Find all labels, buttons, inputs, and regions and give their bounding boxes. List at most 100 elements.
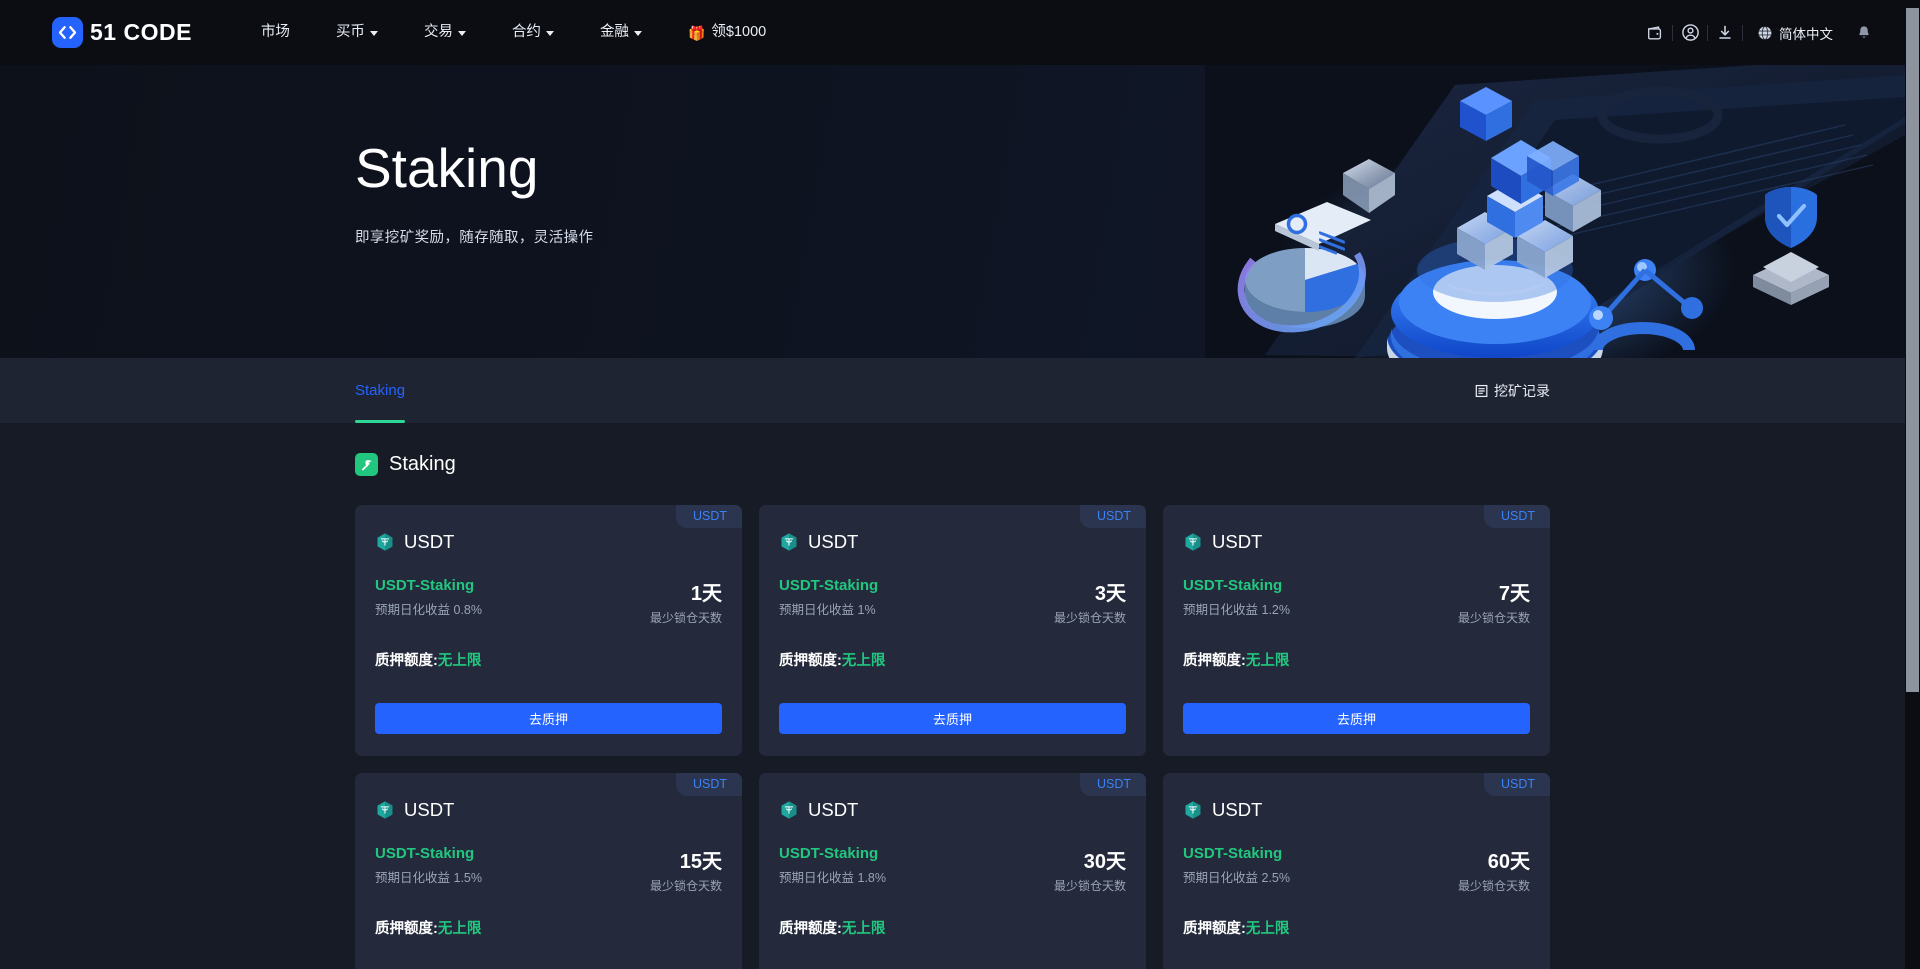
card-quota-label: 质押额度: <box>375 653 438 669</box>
card-info-row: USDT-Staking 预期日化收益 2.5% 60天 最少锁仓天数 <box>1183 845 1530 894</box>
hero-banner: Staking 即享挖矿奖励，随存随取，灵活操作 <box>0 65 1905 358</box>
card-days-value: 60天 <box>1487 851 1530 873</box>
page-title: Staking <box>355 137 539 199</box>
card-plan-name: USDT-Staking <box>779 577 879 594</box>
staking-card[interactable]: USDT USDT USDT-Staking <box>759 505 1146 756</box>
card-quota: 质押额度:无上限 <box>375 917 722 938</box>
stake-button[interactable]: 去质押 <box>779 703 1126 734</box>
page-root: 51 CODE 市场 买币 交易 合约 金融 🎁 领$1000 简体中文 Sta… <box>0 0 1905 969</box>
card-quota-value: 无上限 <box>437 921 482 937</box>
language-selector[interactable]: 简体中文 <box>1743 23 1843 43</box>
nav-item-trade-label: 交易 <box>423 24 453 40</box>
nav-item-buy-crypto-label: 买币 <box>335 24 365 40</box>
card-info-row: USDT-Staking 预期日化收益 1.2% 7天 最少锁仓天数 <box>1183 577 1530 626</box>
chevron-down-icon <box>369 31 378 36</box>
card-plan-name: USDT-Staking <box>375 845 475 862</box>
card-days-label: 最少锁仓天数 <box>1457 611 1530 625</box>
card-plan-block: USDT-Staking 预期日化收益 0.8% <box>375 577 482 618</box>
top-navbar: 51 CODE 市场 买币 交易 合约 金融 🎁 领$1000 简体中文 <box>0 0 1905 65</box>
nav-item-finance[interactable]: 金融 <box>577 0 665 65</box>
mining-records-link[interactable]: 挖矿记录 <box>1475 381 1550 401</box>
usdt-hexagon-icon <box>779 532 799 552</box>
card-rate: 预期日化收益 2.5% <box>1183 867 1290 886</box>
card-coin-row: USDT <box>375 799 722 821</box>
stake-button[interactable]: 去质押 <box>375 703 722 734</box>
card-coin-name: USDT <box>808 531 859 552</box>
card-plan-name: USDT-Staking <box>779 845 879 862</box>
hero-text-block: Staking 即享挖矿奖励，随存随取，灵活操作 <box>0 65 1905 247</box>
nav-item-finance-label: 金融 <box>599 24 629 40</box>
card-plan-name: USDT-Staking <box>1183 845 1283 862</box>
card-days-value: 1天 <box>690 583 722 605</box>
mining-records-label: 挖矿记录 <box>1494 382 1550 399</box>
tab-staking[interactable]: Staking <box>355 358 406 423</box>
card-days-block: 3天 最少锁仓天数 <box>1054 577 1126 626</box>
nav-item-market[interactable]: 市场 <box>238 0 313 65</box>
card-coin-name: USDT <box>1212 531 1263 552</box>
card-plan-block: USDT-Staking 预期日化收益 1.5% <box>375 845 482 886</box>
nav-item-buy-crypto[interactable]: 买币 <box>313 0 401 65</box>
card-quota-value: 无上限 <box>1245 653 1290 669</box>
card-badge: USDT <box>1079 773 1146 796</box>
card-days-label: 最少锁仓天数 <box>649 611 722 625</box>
navbar-right-actions: 简体中文 <box>1638 16 1877 50</box>
nav-item-contract-label: 合约 <box>511 24 541 40</box>
card-quota: 质押额度:无上限 <box>779 649 1126 670</box>
stake-button[interactable]: 去质押 <box>1183 703 1530 734</box>
card-rate: 预期日化收益 1.2% <box>1183 599 1290 618</box>
card-coin-row: USDT <box>779 531 1126 553</box>
nav-links: 市场 买币 交易 合约 金融 🎁 领$1000 <box>238 0 789 65</box>
card-plan-name: USDT-Staking <box>375 577 475 594</box>
card-days-block: 7天 最少锁仓天数 <box>1458 577 1530 626</box>
card-badge: USDT <box>1483 505 1550 528</box>
card-rate: 预期日化收益 1.8% <box>779 867 886 886</box>
main-content: Staking USDT USDT USDT-Staking 预期日化收益 0.… <box>0 423 1905 969</box>
card-days-block: 30天 最少锁仓天数 <box>1054 845 1126 894</box>
pickaxe-mining-icon <box>355 453 378 476</box>
staking-card[interactable]: USDT USDT USDT-Staking <box>1163 505 1550 756</box>
download-icon[interactable] <box>1708 16 1742 50</box>
card-rate-label: 预期日化收益 <box>779 871 855 885</box>
card-rate-value: 2.5% <box>1261 871 1291 885</box>
card-coin-row: USDT <box>375 531 722 553</box>
card-coin-row: USDT <box>1183 531 1530 553</box>
staking-card[interactable]: USDT USDT USDT-Staking <box>759 773 1146 969</box>
card-quota-value: 无上限 <box>841 653 886 669</box>
wallet-icon[interactable] <box>1638 16 1672 50</box>
tab-bar: Staking 挖矿记录 <box>0 358 1905 423</box>
card-days-block: 1天 最少锁仓天数 <box>650 577 722 626</box>
card-info-row: USDT-Staking 预期日化收益 1.8% 30天 最少锁仓天数 <box>779 845 1126 894</box>
document-list-icon <box>1475 384 1489 398</box>
card-quota: 质押额度:无上限 <box>1183 649 1530 670</box>
staking-card[interactable]: USDT USDT USDT-Staking <box>355 773 742 969</box>
page-scrollbar[interactable] <box>1905 0 1920 969</box>
card-plan-name: USDT-Staking <box>1183 577 1283 594</box>
user-circle-icon[interactable] <box>1673 16 1707 50</box>
card-rate-label: 预期日化收益 <box>375 871 451 885</box>
card-badge: USDT <box>1483 773 1550 796</box>
card-rate-label: 预期日化收益 <box>779 603 855 617</box>
card-days-value: 3天 <box>1094 583 1126 605</box>
card-days-block: 60天 最少锁仓天数 <box>1458 845 1530 894</box>
card-rate-label: 预期日化收益 <box>1183 603 1259 617</box>
nav-item-contract[interactable]: 合约 <box>489 0 577 65</box>
card-badge: USDT <box>675 505 742 528</box>
card-coin-name: USDT <box>1212 799 1263 820</box>
card-rate-label: 预期日化收益 <box>1183 871 1259 885</box>
usdt-hexagon-icon <box>1183 800 1203 820</box>
nav-item-trade[interactable]: 交易 <box>401 0 489 65</box>
staking-card[interactable]: USDT USDT USDT-Staking <box>1163 773 1550 969</box>
card-quota-value: 无上限 <box>841 921 886 937</box>
chevron-down-icon <box>457 31 466 36</box>
card-rate-value: 1.2% <box>1261 603 1291 617</box>
staking-card[interactable]: USDT USDT USDT-Staking <box>355 505 742 756</box>
brand-logo[interactable]: 51 CODE <box>52 17 192 48</box>
nav-item-promo-bonus[interactable]: 🎁 领$1000 <box>665 0 789 65</box>
card-rate-value: 1.5% <box>453 871 483 885</box>
globe-icon <box>1757 25 1773 41</box>
scrollbar-thumb[interactable] <box>1906 8 1919 692</box>
bell-icon[interactable] <box>1843 16 1877 50</box>
code-brackets-icon <box>52 17 83 48</box>
chevron-down-icon <box>545 31 554 36</box>
card-days-value: 30天 <box>1083 851 1126 873</box>
